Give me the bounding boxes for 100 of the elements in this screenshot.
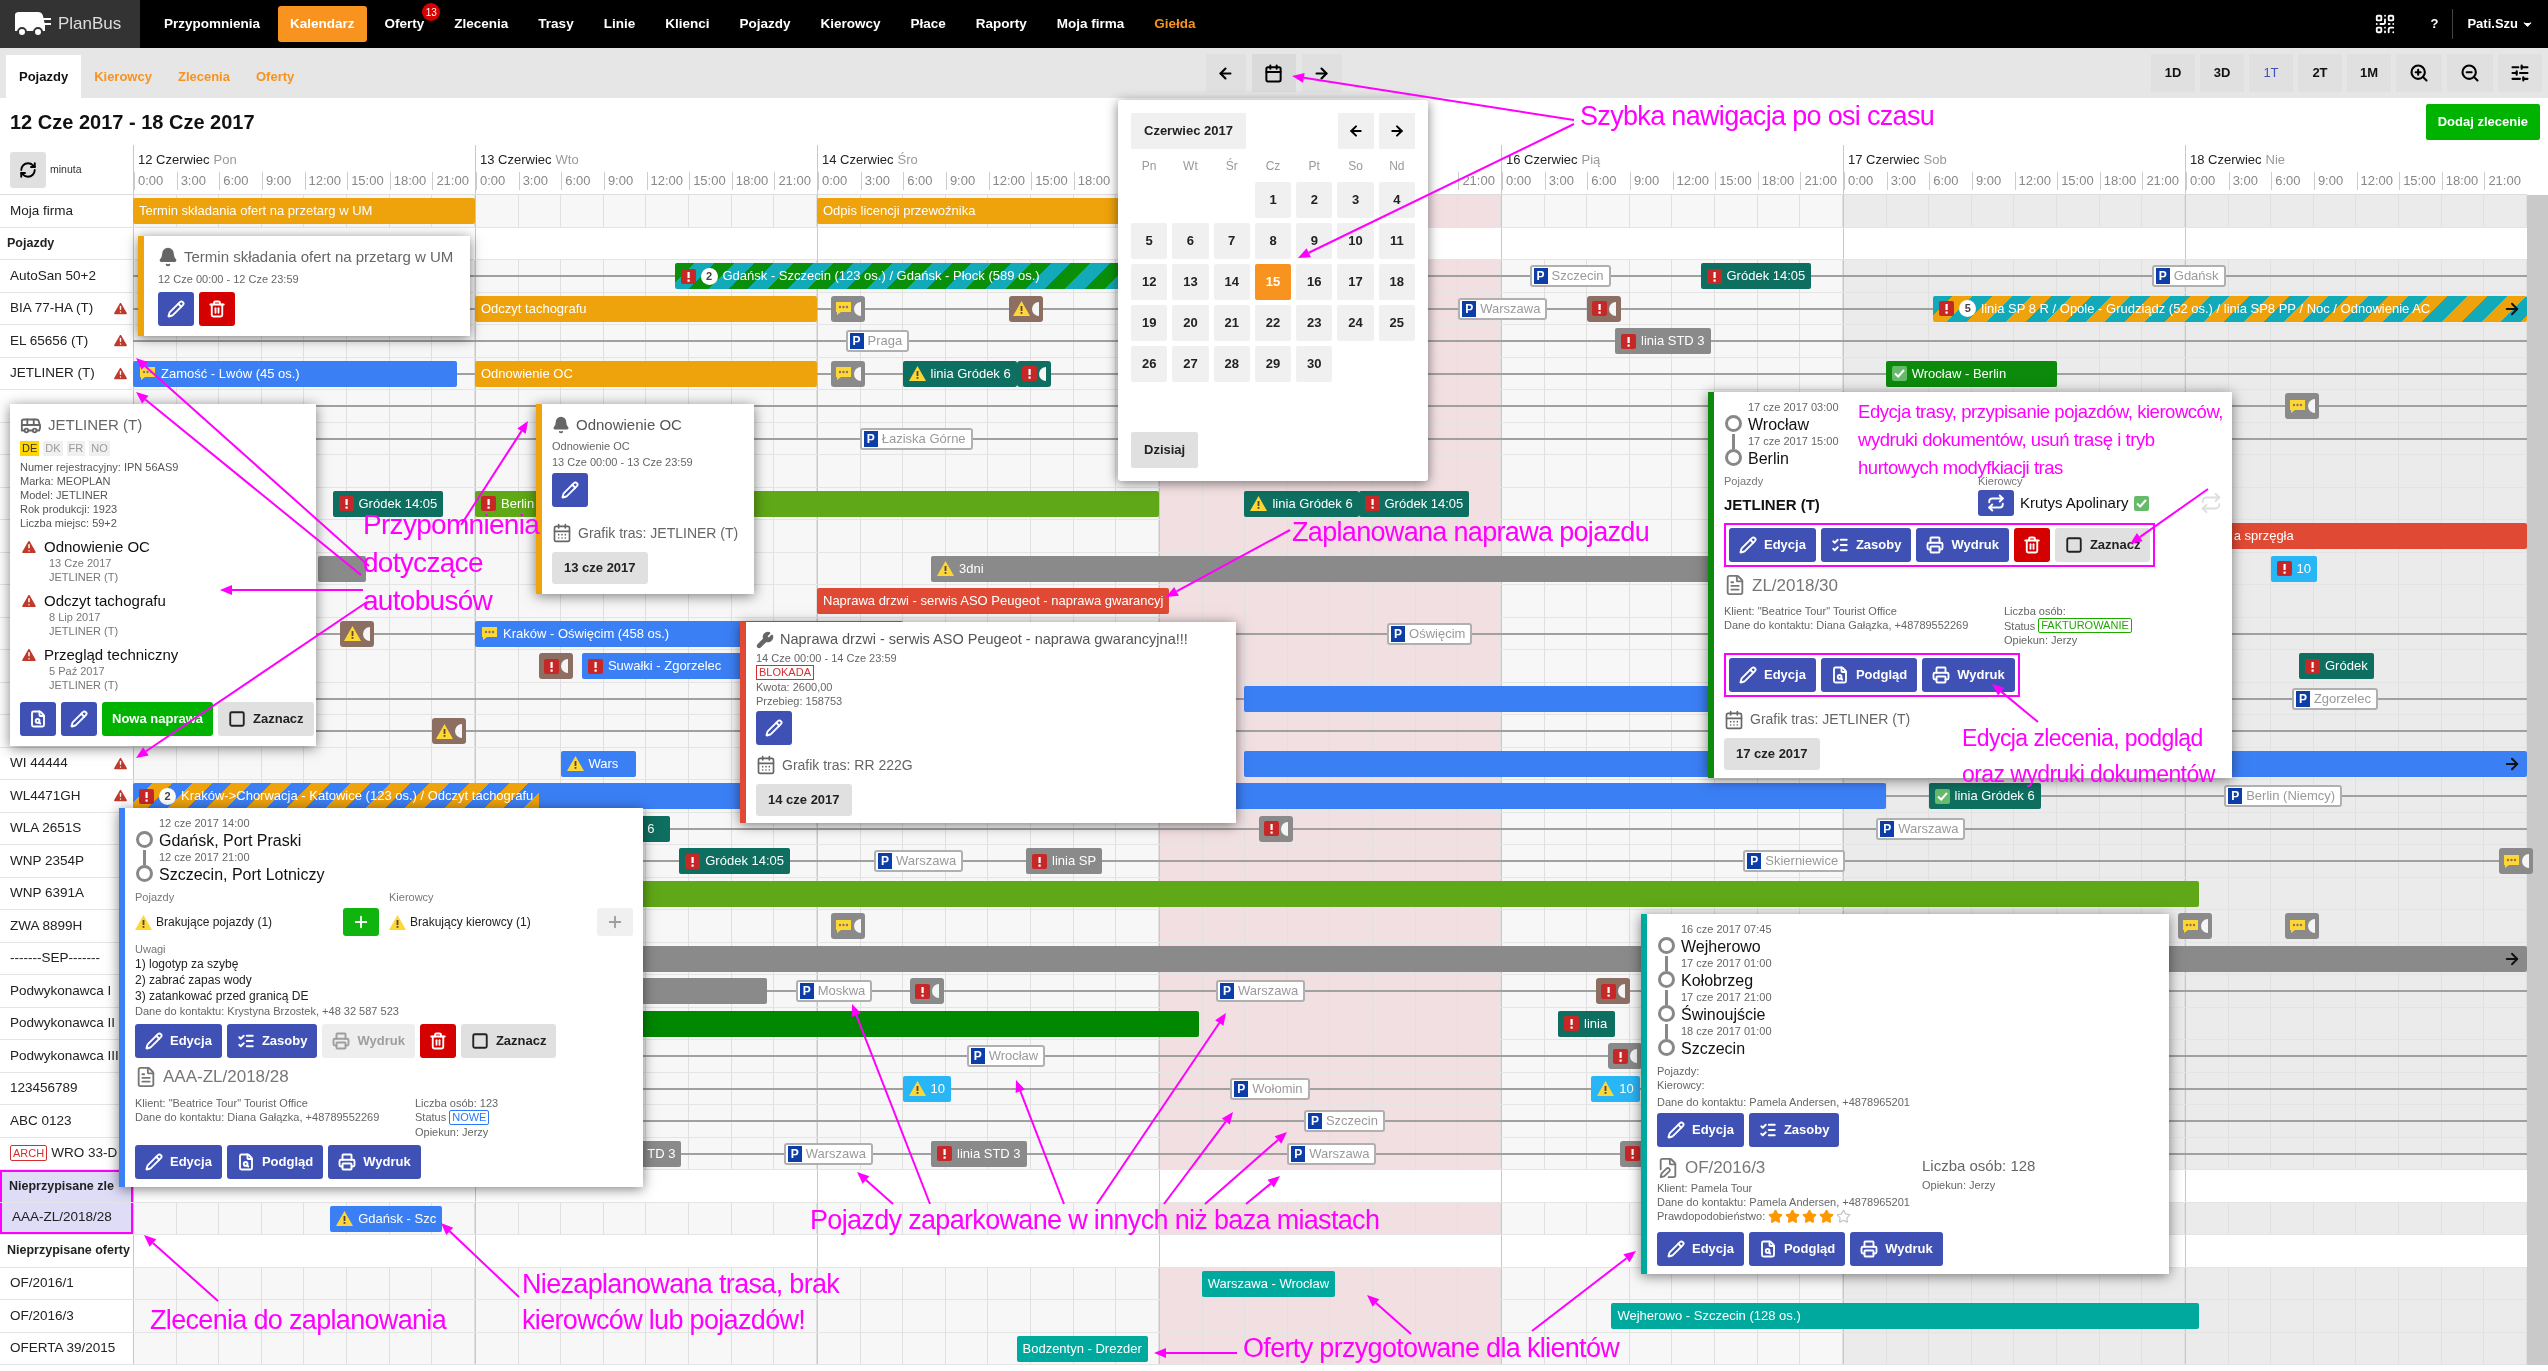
annotation-text: Niezaplanowana trasa, brak kierowców lub pojazdów!	[522, 1268, 841, 1337]
hour-label: 6:00	[1587, 172, 1617, 190]
info-text: Pojazdy	[1724, 474, 1765, 488]
hour-label: 15:00	[2057, 172, 2094, 190]
hour-label: 0:00	[134, 172, 164, 190]
stop-place: Wejherowo	[1681, 937, 1762, 956]
info-text: 5 Paź 2017	[48, 663, 106, 678]
info-text: Klient: Pamela Tour	[1657, 1180, 1754, 1195]
info-text: Klient: "Beatrice Tour" Tourist Office	[1724, 604, 1898, 618]
info-text: 8 Lip 2017	[48, 609, 102, 624]
missing-drivers-text: Brakujący kierowcy (1)	[410, 914, 531, 931]
count-badge: 2	[159, 787, 176, 805]
parking-sign: P	[1220, 983, 1234, 999]
day-heading: 13 Czerwiec	[480, 150, 552, 169]
info-text: JETLINER (T)	[48, 569, 120, 584]
parking-sign: P	[787, 1145, 802, 1162]
annotation-text: Zlecenia do zaplanowania	[150, 1304, 448, 1337]
weekday-name: Nie	[2265, 150, 2286, 169]
reminder-title: Odnowienie OC	[44, 537, 150, 556]
info-text: 12 Cze 00:00 - 12 Cze 23:59	[158, 271, 300, 286]
info-text: Status	[2004, 618, 2036, 633]
weekday-label: Śr	[1224, 157, 1239, 175]
info-text: Przebieg: 158753	[756, 693, 844, 708]
people-count: Liczba osób: 128	[1922, 1156, 2037, 1176]
parking-sign: P	[863, 430, 878, 447]
section-heading: Pojazdy	[7, 234, 55, 252]
annotation-text: Szybka nawigacja po osi czasu	[1580, 100, 1936, 133]
parking-sign: P	[1391, 625, 1405, 642]
count-badge: 2	[700, 267, 718, 285]
row-label: OFERTA 39/2015	[10, 1339, 116, 1358]
info-text: Dane do kontaktu: Pamela Andersen, +4878965201	[1657, 1095, 1911, 1109]
status-badge: BLOKADA	[756, 664, 814, 680]
weekday-label: Cz	[1264, 158, 1282, 175]
vehicle-detail: Marka: MEOPLAN	[20, 473, 112, 488]
weekday-name: Pią	[1581, 150, 1601, 169]
info-text: Prawdopodobieństwo:	[1657, 1209, 1766, 1223]
row-label: AAA-ZL/2018/28	[12, 1208, 112, 1227]
parking-sign: P	[1234, 1080, 1249, 1097]
row-label: WI 44444	[10, 754, 68, 773]
note-line: 3) zatankować przed granicą DE	[135, 988, 310, 1004]
hour-label: 0:00	[2186, 172, 2216, 190]
weekday-label: Pn	[1140, 158, 1158, 175]
weekday-name: Pon	[213, 150, 237, 169]
row-label: JETLINER (T)	[10, 364, 95, 383]
row-label: OF/2016/3	[10, 1306, 74, 1325]
driver-name: Krutys Apolinary	[2020, 492, 2129, 513]
info-text: Dane do kontaktu: Diana Gałązka, +48789552269	[1724, 618, 1970, 632]
refresh-unit: minuta	[50, 161, 82, 177]
annotation-text: Oferty przygotowane dla klientów	[1243, 1332, 1621, 1365]
stop-place: Świnoujście	[1681, 1005, 1767, 1024]
hour-label: 18:00	[1073, 172, 1111, 190]
reminder-title: Odczyt tachografu	[44, 591, 166, 610]
hour-label: 21:00	[1800, 172, 1837, 190]
row-label: WL4471GH	[10, 786, 81, 805]
parking-sign: P	[2228, 788, 2243, 804]
info-text: Dane do kontaktu: Diana Gałązka, +48789552269	[135, 1109, 381, 1124]
stop-place: Wrocław	[1748, 415, 1811, 434]
hour-label: 0:00	[818, 172, 848, 190]
weekday-label: Wt	[1182, 158, 1199, 175]
hour-label: 21:00	[432, 172, 469, 190]
hour-label: 15:00	[1715, 172, 1752, 190]
day-heading: 16 Czerwiec	[1506, 150, 1578, 169]
section-heading: Nieprzypisane oferty	[7, 1242, 130, 1260]
day-heading: 12 Czerwiec	[138, 150, 210, 169]
info-text: Dane do kontaktu: Krystyna Brzostek, +48 32 587 523	[135, 1004, 400, 1018]
parking-sign: P	[2155, 268, 2170, 284]
info-text: Kierowcy:	[1657, 1078, 1706, 1092]
stop-time: 17 cze 2017 03:00	[1748, 400, 1839, 415]
parking-sign: P	[1533, 268, 1548, 284]
popup-title: JETLINER (T)	[48, 415, 143, 435]
note-line: 1) logotyp za szybę	[135, 956, 240, 972]
schedule-title: Grafik tras: JETLINER (T)	[578, 523, 739, 543]
info-text: Liczba osób: 123	[415, 1095, 500, 1110]
info-text: Dane do kontaktu: Pamela Andersen, +4878965201	[1657, 1194, 1911, 1209]
info-text: JETLINER (T)	[48, 623, 120, 638]
hour-label: 3:00	[1544, 172, 1574, 190]
annotation-text: Zaplanowana naprawa pojazdu	[1292, 516, 1651, 549]
hour-label: 12:00	[646, 172, 684, 190]
hour-label: 6:00	[219, 172, 249, 190]
count-badge: 5	[1959, 300, 1977, 317]
row-label: Podwykonawca I	[10, 981, 112, 1000]
stop-place: Szczecin	[1681, 1039, 1747, 1058]
row-label: WNP 6391A	[10, 884, 85, 903]
row-label: ZWA 8899H	[10, 916, 83, 935]
stop-time: 17 cze 2017 15:00	[1748, 434, 1839, 449]
parking-sign: P	[849, 333, 864, 349]
day-heading: 17 Czerwiec	[1848, 150, 1920, 169]
info-text: Opiekun: Jerzy	[1922, 1177, 1997, 1192]
hour-label: 18:00	[389, 172, 427, 190]
info-text: Opiekun: Jerzy	[415, 1124, 490, 1139]
page-title: 12 Cze 2017 - 18 Cze 2017	[10, 109, 255, 135]
hour-label: 15:00	[1031, 172, 1068, 190]
hour-label: 18:00	[1757, 172, 1795, 190]
count-badge: 13	[422, 3, 441, 21]
hour-label: 15:00	[2399, 172, 2436, 190]
hour-label: 15:00	[347, 172, 384, 190]
info-text: JETLINER (T)	[48, 677, 120, 692]
parking-sign: P	[2295, 690, 2310, 707]
hour-label: 6:00	[561, 172, 591, 190]
hour-label: 9:00	[603, 172, 634, 190]
